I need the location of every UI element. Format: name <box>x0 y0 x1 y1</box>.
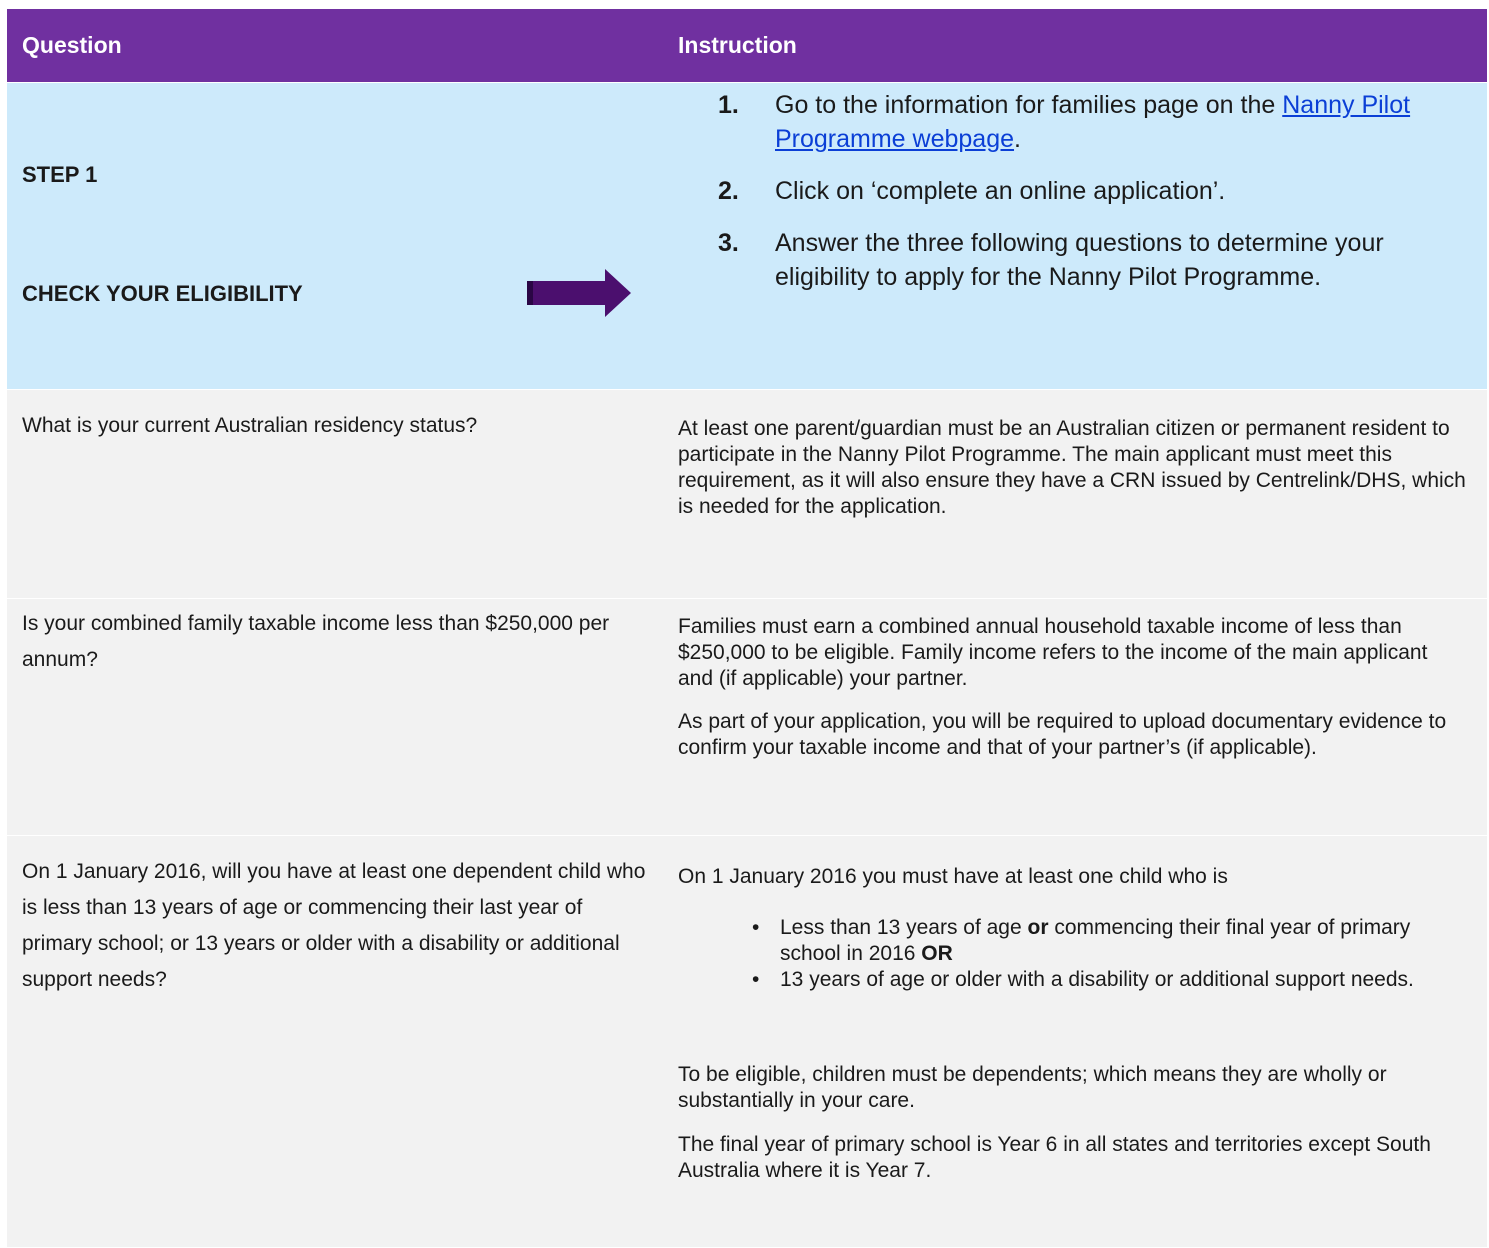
eligibility-table: Question Instruction STEP 1 CHECK YOUR E… <box>7 9 1487 1248</box>
list-item: • 13 years of age or older with a disabi… <box>752 968 1414 991</box>
table-header: Question Instruction <box>7 9 1487 83</box>
list-item: • Less than 13 years of age or commencin… <box>752 916 1411 965</box>
instruction-notes: To be eligible, children must be depende… <box>678 1063 1431 1182</box>
header-instruction: Instruction <box>678 32 797 58</box>
header-question: Question <box>22 32 122 58</box>
step1-row: STEP 1 CHECK YOUR ELIGIBILITY 1. Go to t… <box>7 83 1487 390</box>
right-arrow-icon <box>527 269 631 317</box>
step-title: CHECK YOUR ELIGIBILITY <box>22 281 303 306</box>
step-item-1: 1. Go to the information for families pa… <box>718 91 1411 153</box>
step-item-2: 2. Click on ‘complete an online applicat… <box>718 177 1226 205</box>
instruction-cell: On 1 January 2016 you must have at least… <box>678 865 1228 888</box>
criteria-list: • Less than 13 years of age or commencin… <box>752 915 1472 993</box>
question-cell: On 1 January 2016, will you have at leas… <box>22 860 646 991</box>
instruction-cell: Families must earn a combined annual hou… <box>678 615 1447 759</box>
table-row: On 1 January 2016, will you have at leas… <box>7 836 1487 1248</box>
table-row: What is your current Australian residenc… <box>7 390 1487 599</box>
step-item-3: 3. Answer the three following questions … <box>718 229 1384 291</box>
question-cell: What is your current Australian residenc… <box>22 414 478 437</box>
table-row: Is your combined family taxable income l… <box>7 599 1487 836</box>
question-cell: Is your combined family taxable income l… <box>22 612 610 671</box>
step-instructions-list: 1. Go to the information for families pa… <box>718 88 1478 294</box>
instruction-cell: At least one parent/guardian must be an … <box>678 417 1466 518</box>
step-label: STEP 1 <box>22 162 98 187</box>
